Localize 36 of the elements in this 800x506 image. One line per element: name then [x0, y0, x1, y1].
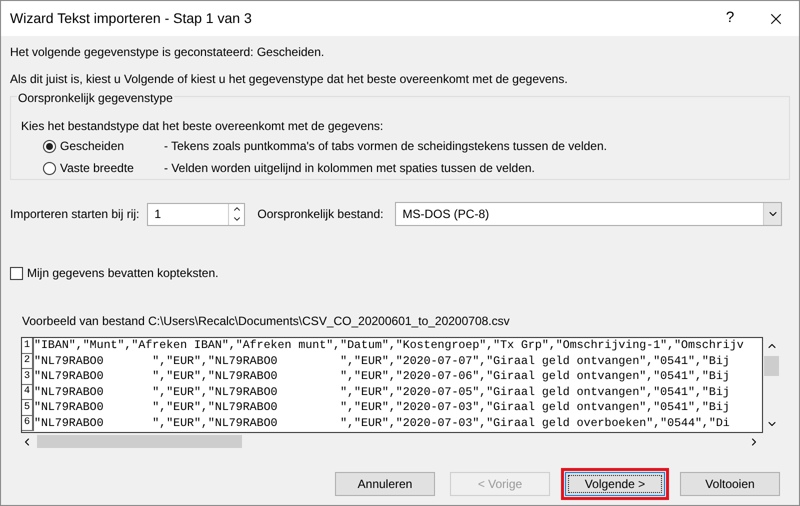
file-type-prompt: Kies het bestandstype dat het beste overeenkomt met de gegevens:	[21, 118, 384, 135]
dialog-button[interactable]: Annuleren	[335, 472, 435, 496]
window-title: Wizard Tekst importeren - Stap 1 van 3	[10, 9, 253, 28]
radio-label[interactable]: Gescheiden	[60, 137, 164, 155]
dialog-button[interactable]: Volgende >	[565, 472, 665, 496]
dialog-button[interactable]: Voltooien	[680, 472, 780, 496]
start-row-value: 1	[153, 206, 162, 222]
preview-line: "IBAN","Munt","Afreken IBAN","Afreken munt","Datum","Kostengroep","Tx Grp","Omschrijving-1","Omschrijv	[34, 338, 744, 354]
checkbox-label[interactable]: Mijn gegevens bevatten kopteksten.	[27, 264, 218, 282]
preview-line: "NL79RABO0 ","EUR","NL79RABO0 ","EUR","2020-07-07","Giraal geld ontvangen","0541","Bij	[34, 354, 730, 370]
line-number: 6	[22, 415, 34, 432]
help-button[interactable]: ?	[707, 1, 753, 36]
line-number: 2	[22, 353, 34, 370]
line-number: 3	[22, 368, 34, 385]
preview-label: Voorbeeld van bestand C:\Users\Recalc\Documents\CSV_CO_20200601_to_20200708.csv	[22, 313, 511, 330]
option-description: - Velden worden uitgelijnd in kolommen met spaties tussen de velden.	[164, 160, 535, 177]
checkbox[interactable]	[10, 266, 23, 280]
origin-dropdown[interactable]: MS-DOS (PC-8)	[395, 202, 782, 226]
line-number: 4	[22, 384, 34, 400]
preview-line: "NL79RABO0 ","EUR","NL79RABO0 ","EUR","2020-07-03","Giraal geld overboeken","0544","Di	[34, 416, 730, 432]
line-number: 1	[22, 338, 34, 354]
origin-label: Oorspronkelijk bestand:	[257, 206, 384, 223]
scroll-thumb[interactable]	[764, 356, 779, 376]
radio-label[interactable]: Vaste breedte	[60, 159, 164, 177]
preview-line: "NL79RABO0 ","EUR","NL79RABO0 ","EUR","2020-07-06","Giraal geld ontvangen","0541","Bij	[34, 369, 730, 386]
line-number: 5	[22, 400, 34, 416]
start-row-label: Importeren starten bij rij:	[10, 206, 140, 223]
instruction-text: Als dit juist is, kiest u Volgende of kiest u het gegevenstype dat het beste overeenkomt met de gegevens.	[10, 71, 569, 88]
preview-line: "NL79RABO0 ","EUR","NL79RABO0 ","EUR","2020-07-05","Giraal geld ontvangen","0541","Bij	[34, 384, 730, 401]
radio-button[interactable]	[43, 140, 56, 152]
scroll-thumb[interactable]	[37, 435, 242, 448]
radio-button[interactable]	[43, 162, 56, 174]
start-row-spinner[interactable]: 1	[147, 202, 246, 226]
option-description: - Tekens zoals puntkomma's of tabs vormen de scheidingstekens tussen de velden.	[164, 138, 607, 155]
preview-line: "NL79RABO0 ","EUR","NL79RABO0 ","EUR","2020-07-03","Giraal geld ontvangen","0541","Bij	[34, 400, 730, 416]
detected-type-text: Het volgende gegevenstype is geconstateerd: Gescheiden.	[10, 44, 326, 61]
